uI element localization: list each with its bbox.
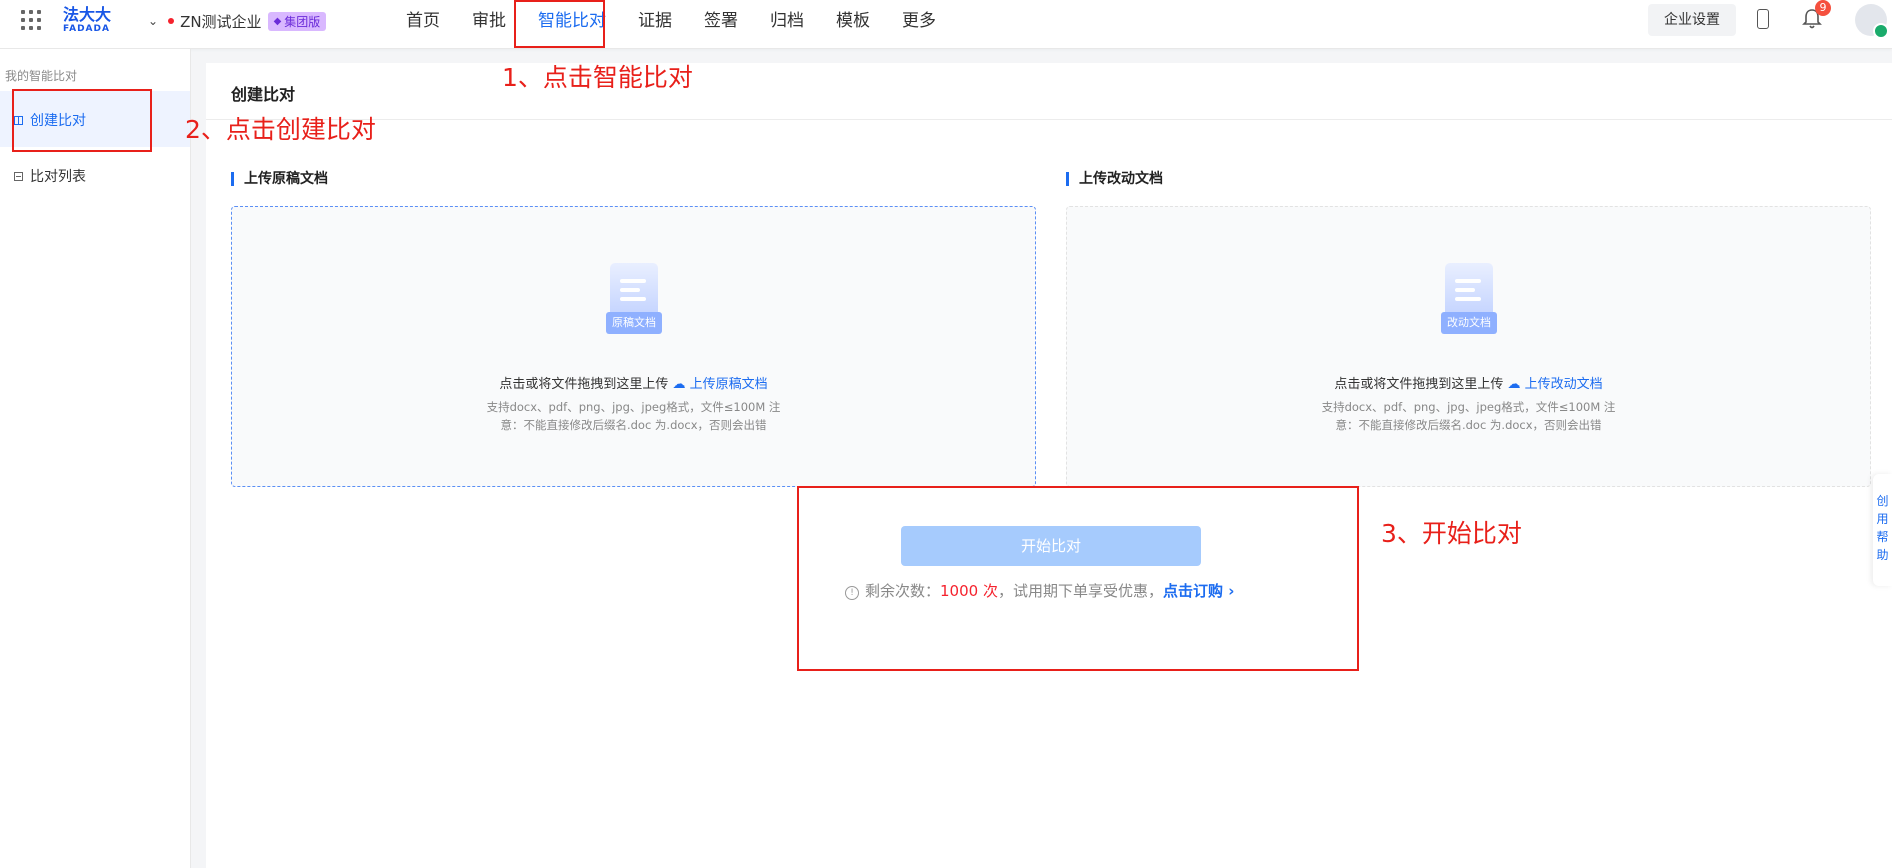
main-nav: 首页 审批 智能比对 证据 签署 归档 模板 更多 — [390, 0, 952, 42]
list-icon — [14, 171, 23, 181]
sidebar: 我的智能比对 创建比对 比对列表 — [0, 49, 191, 868]
annotation-box-step2 — [12, 89, 152, 152]
hint-line: 意：不能直接修改后缀名.doc 为.docx，否则会出错 — [500, 418, 767, 432]
chevron-down-icon: ⌄ — [148, 14, 159, 28]
revised-section-title: 上传改动文档 — [1066, 172, 1163, 186]
revised-doc-icon: 改动文档 — [1441, 263, 1497, 339]
original-section-title: 上传原稿文档 — [231, 172, 328, 186]
enterprise-settings-button[interactable]: 企业设置 — [1648, 4, 1736, 36]
mobile-icon[interactable] — [1757, 9, 1769, 29]
revised-upload-prompt: 点击或将文件拖拽到这里上传 ☁ 上传改动文档 — [1067, 373, 1870, 392]
hint-line: 支持docx、pdf、png、jpg、jpeg格式，文件≤100M 注 — [1321, 400, 1616, 414]
float-panel-char: 创 — [1876, 494, 1889, 508]
sidebar-group-title: 我的智能比对 — [5, 69, 78, 83]
revised-upload-hint: 支持docx、pdf、png、jpg、jpeg格式，文件≤100M 注 意：不能… — [1067, 398, 1870, 434]
annotation-box-step1 — [514, 0, 605, 48]
main-panel: 创建比对 上传原稿文档 原稿文档 点击或将文件拖拽到这里上传 ☁ 上传原稿文档 … — [206, 63, 1892, 868]
app-grid-icon[interactable] — [21, 10, 41, 30]
float-panel-char: 助 — [1876, 548, 1889, 562]
sidebar-item-label: 比对列表 — [30, 169, 86, 185]
annotation-step3: 3、开始比对 — [1381, 519, 1522, 548]
nav-archive[interactable]: 归档 — [754, 0, 820, 42]
upload-prompt-text: 点击或将文件拖拽到这里上传 — [1334, 377, 1504, 392]
top-bar: 法大大 FADADA ⌄ ZN测试企业 ◆ 集团版 首页 审批 智能比对 证据 … — [0, 0, 1892, 49]
original-upload-prompt: 点击或将文件拖拽到这里上传 ☁ 上传原稿文档 — [232, 373, 1035, 392]
avatar[interactable] — [1855, 4, 1889, 39]
original-upload-dropzone[interactable]: 原稿文档 点击或将文件拖拽到这里上传 ☁ 上传原稿文档 支持docx、pdf、p… — [231, 206, 1036, 487]
upload-prompt-text: 点击或将文件拖拽到这里上传 — [499, 377, 669, 392]
help-float-panel[interactable]: 创 用 帮 助 — [1873, 474, 1892, 586]
float-panel-char: 用 — [1876, 512, 1889, 526]
notification-count-badge: 9 — [1815, 0, 1831, 16]
upload-original-link[interactable]: 上传原稿文档 — [690, 377, 768, 392]
hint-line: 支持docx、pdf、png、jpg、jpeg格式，文件≤100M 注 — [486, 400, 781, 414]
original-upload-hint: 支持docx、pdf、png、jpg、jpeg格式，文件≤100M 注 意：不能… — [232, 398, 1035, 434]
revised-upload-dropzone[interactable]: 改动文档 点击或将文件拖拽到这里上传 ☁ 上传改动文档 支持docx、pdf、p… — [1066, 206, 1871, 487]
original-doc-tag: 原稿文档 — [606, 312, 662, 334]
float-panel-char: 帮 — [1876, 530, 1889, 544]
nav-template[interactable]: 模板 — [820, 0, 886, 42]
sidebar-item-compare-list[interactable]: 比对列表 — [14, 166, 86, 186]
org-name: ZN测试企业 — [180, 12, 262, 31]
hint-line: 意：不能直接修改后缀名.doc 为.docx，否则会出错 — [1335, 418, 1602, 432]
annotation-step2: 2、点击创建比对 — [185, 115, 376, 144]
org-badge-label: 集团版 — [284, 14, 321, 29]
org-badge: ◆ 集团版 — [267, 11, 327, 31]
nav-sign[interactable]: 签署 — [688, 0, 754, 42]
annotation-box-step3 — [797, 486, 1359, 671]
logo-en: FADADA — [63, 24, 110, 34]
upload-cloud-icon: ☁ — [672, 377, 686, 392]
nav-more[interactable]: 更多 — [886, 0, 952, 42]
revised-doc-tag: 改动文档 — [1441, 312, 1497, 334]
upload-cloud-icon: ☁ — [1507, 377, 1521, 392]
title-divider — [206, 119, 1892, 120]
logo-cn: 法大大 — [63, 5, 112, 24]
original-doc-icon: 原稿文档 — [606, 263, 662, 339]
diamond-icon: ◆ — [273, 15, 282, 27]
page-title: 创建比对 — [231, 85, 296, 104]
org-switcher[interactable]: ⌄ ZN测试企业 ◆ 集团版 — [148, 10, 327, 32]
annotation-step1: 1、点击智能比对 — [502, 63, 693, 92]
nav-evidence[interactable]: 证据 — [622, 0, 688, 42]
nav-approval[interactable]: 审批 — [456, 0, 522, 42]
verified-shield-icon — [1873, 23, 1889, 39]
nav-home[interactable]: 首页 — [390, 0, 456, 42]
status-dot — [168, 18, 175, 24]
brand-logo[interactable]: 法大大 FADADA — [63, 6, 113, 36]
upload-revised-link[interactable]: 上传改动文档 — [1525, 377, 1603, 392]
